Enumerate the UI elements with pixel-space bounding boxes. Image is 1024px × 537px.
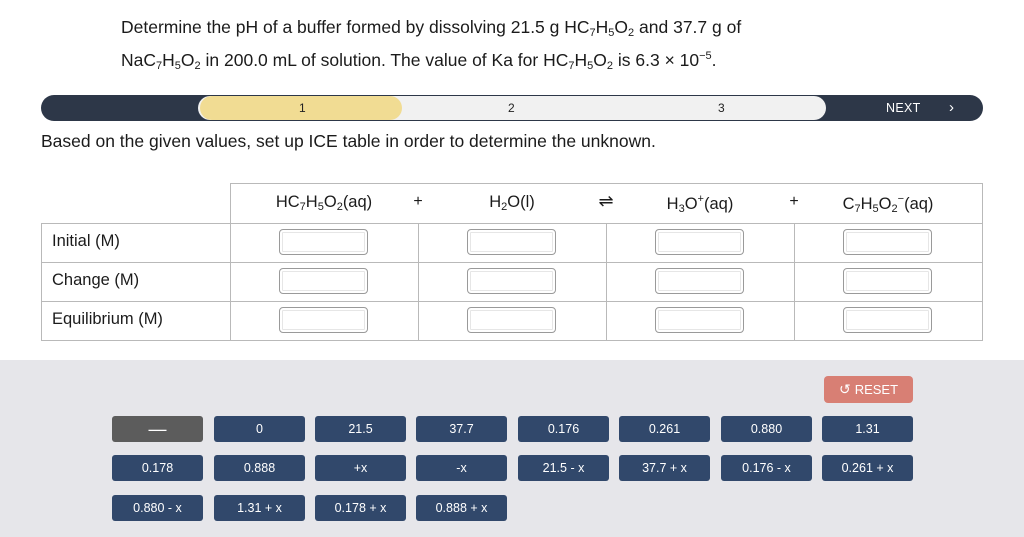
drop-box-change-h3o[interactable] (655, 268, 744, 294)
step-progress-bar: 1 2 3 NEXT › (41, 95, 983, 121)
drop-box-equilibrium-h2o[interactable] (467, 307, 556, 333)
species-hc7h5o2: HC7H5O2(aq) (275, 193, 373, 213)
chevron-right-icon[interactable]: › (949, 99, 954, 116)
drop-box-initial-h3o[interactable] (655, 229, 744, 255)
answer-tile[interactable]: -x (416, 455, 507, 481)
answer-tile[interactable]: 0.261 + x (822, 455, 913, 481)
answer-tile[interactable]: 0 (214, 416, 305, 442)
answer-tile[interactable]: 1.31 + x (214, 495, 305, 521)
answer-tile[interactable]: 0.178 (112, 455, 203, 481)
question-line-1: Determine the pH of a buffer formed by d… (121, 17, 742, 39)
answer-tile[interactable]: 0.261 (619, 416, 710, 442)
question-text: Determine the pH of a buffer formed by d… (121, 16, 741, 78)
drop-box-initial-c7h5o2[interactable] (843, 229, 932, 255)
drop-box-initial-hc7h5o2[interactable] (279, 229, 368, 255)
answer-tile[interactable]: 37.7 + x (619, 455, 710, 481)
drop-box-change-hc7h5o2[interactable] (279, 268, 368, 294)
step-1[interactable]: 1 (299, 101, 306, 115)
drop-box-equilibrium-hc7h5o2[interactable] (279, 307, 368, 333)
answer-tile[interactable]: 0.880 - x (112, 495, 203, 521)
tile-blank[interactable]: — (112, 416, 203, 442)
answer-tile[interactable]: +x (315, 455, 406, 481)
reset-label: RESET (854, 382, 899, 397)
answer-tile[interactable]: 0.176 (518, 416, 609, 442)
row-label-equilibrium: Equilibrium (M) (52, 310, 163, 328)
species-h2o: H2O(l) (489, 193, 535, 213)
instruction-text: Based on the given values, set up ICE ta… (41, 131, 656, 151)
row-label-initial: Initial (M) (52, 232, 120, 250)
answer-tile[interactable]: 0.176 - x (721, 455, 812, 481)
drop-box-equilibrium-c7h5o2[interactable] (843, 307, 932, 333)
row-label-change: Change (M) (52, 271, 140, 289)
drop-box-initial-h2o[interactable] (467, 229, 556, 255)
drop-box-change-c7h5o2[interactable] (843, 268, 932, 294)
answer-tile[interactable]: 0.178 + x (315, 495, 406, 521)
reset-button[interactable]: ↺ RESET (824, 376, 913, 403)
undo-icon: ↺ (838, 381, 851, 397)
answer-tile[interactable]: 37.7 (416, 416, 507, 442)
answer-tile[interactable]: 21.5 - x (518, 455, 609, 481)
answer-tile[interactable]: 1.31 (822, 416, 913, 442)
drop-box-equilibrium-h3o[interactable] (655, 307, 744, 333)
answer-tile[interactable]: 0.880 (721, 416, 812, 442)
species-c7h5o2-minus: C7H5O2−(aq) (842, 193, 934, 215)
species-h3o: H3O+(aq) (666, 193, 734, 215)
step-3[interactable]: 3 (718, 101, 725, 115)
answer-tile[interactable]: 0.888 (214, 455, 305, 481)
ice-table: HC7H5O2(aq) + H2O(l) ⇌ H3O+(aq) + C7H5O2… (41, 183, 983, 341)
step-2[interactable]: 2 (508, 101, 515, 115)
next-button[interactable]: NEXT (886, 101, 921, 115)
drop-box-change-h2o[interactable] (467, 268, 556, 294)
question-line-2: NaC7H5O2 in 200.0 mL of solution. The va… (121, 50, 717, 72)
answer-tile[interactable]: 0.888 + x (416, 495, 507, 521)
answer-tile[interactable]: 21.5 (315, 416, 406, 442)
